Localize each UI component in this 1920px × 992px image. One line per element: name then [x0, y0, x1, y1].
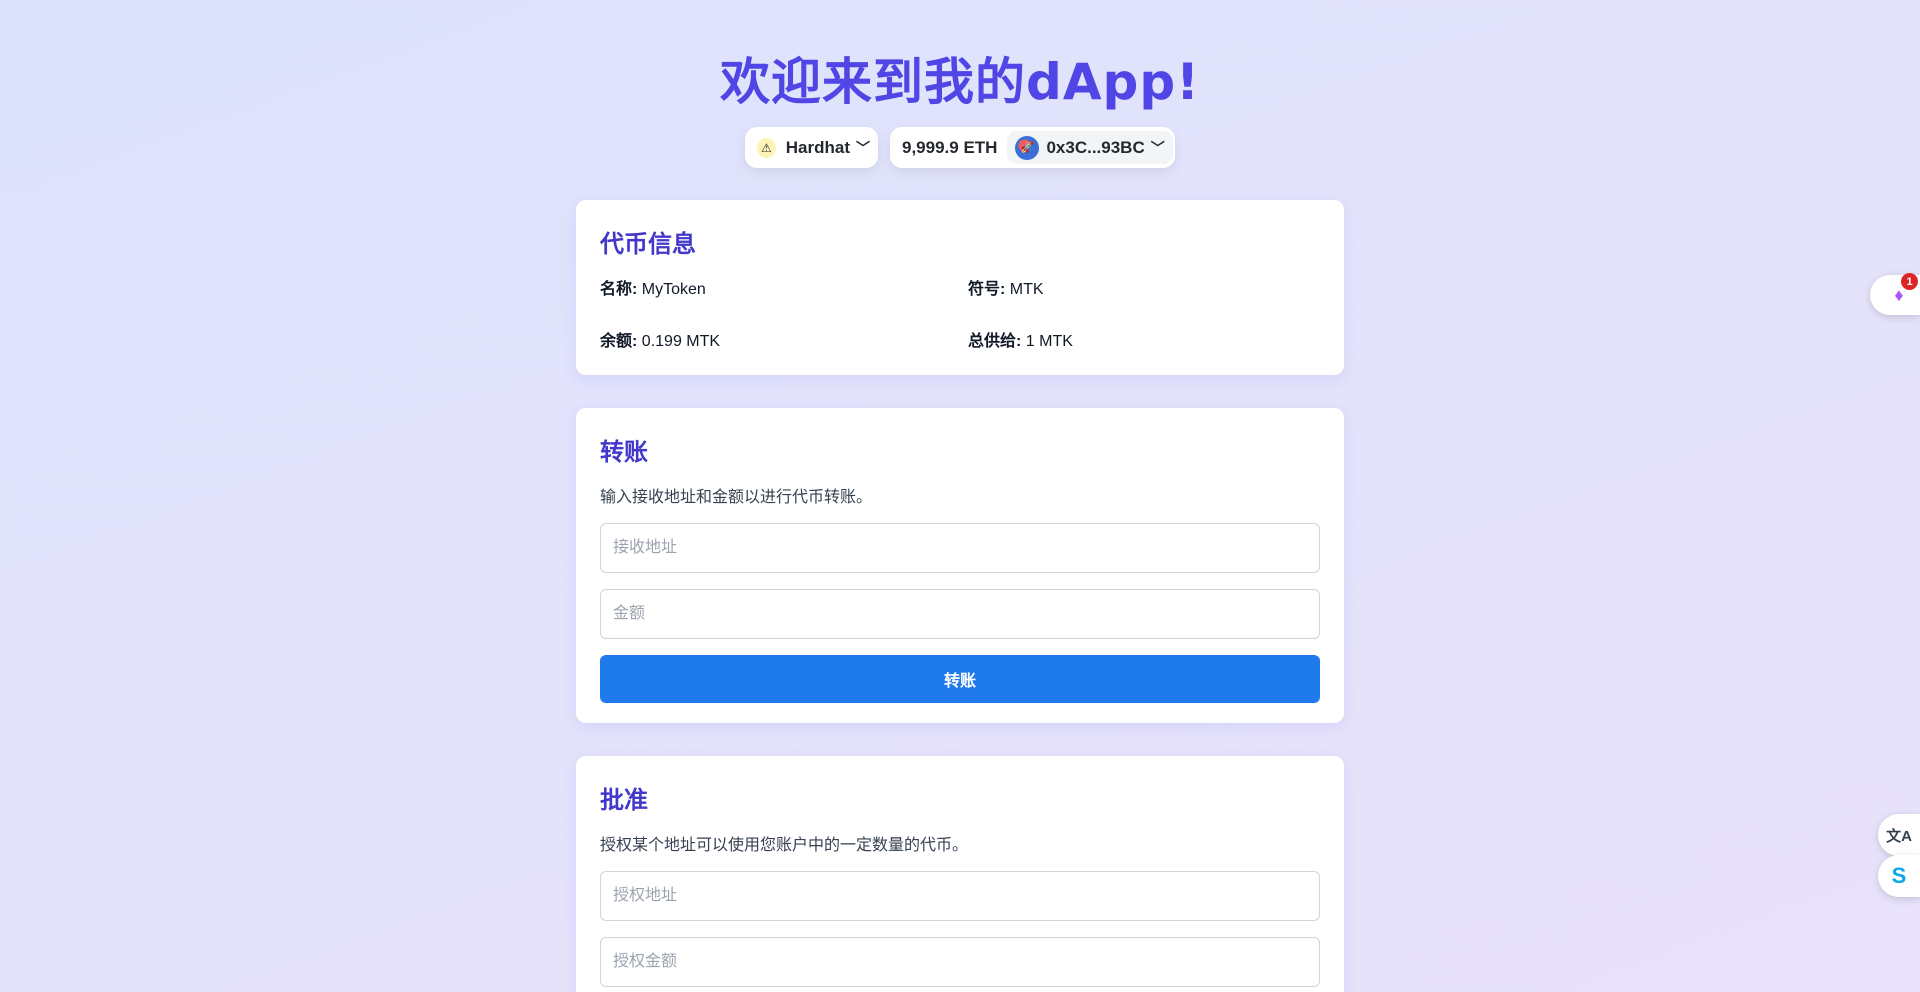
token-symbol-row: 符号: MTK: [968, 275, 1336, 299]
chain-selector-button[interactable]: ⚠ Hardhat ﹀: [745, 127, 878, 168]
token-supply-value: 1 MTK: [1025, 333, 1073, 350]
token-balance-label: 余额:: [600, 333, 638, 350]
token-balance-value: 0.199 MTK: [641, 333, 721, 350]
transfer-amount-input[interactable]: [600, 589, 1320, 639]
transfer-card: 转账 输入接收地址和金额以进行代币转账。 转账: [576, 408, 1344, 723]
wallet-address: 0x3C...93BC: [1046, 137, 1145, 157]
translate-icon: 文A: [1886, 827, 1912, 845]
spender-address-input[interactable]: [600, 871, 1320, 921]
rocket-avatar-icon: 🚀: [1015, 135, 1040, 160]
approve-title: 批准: [600, 786, 648, 814]
hardhat-chain-icon: ⚠: [757, 137, 776, 158]
chain-name: Hardhat: [785, 137, 850, 157]
transfer-button[interactable]: 转账: [600, 655, 1320, 703]
translate-button[interactable]: 文A: [1878, 814, 1920, 856]
approve-amount-input[interactable]: [600, 937, 1320, 987]
token-name-value: MyToken: [641, 281, 706, 298]
page-title: 欢迎来到我的dApp!: [720, 53, 1200, 111]
pin-icon: ♦: [1894, 284, 1904, 305]
account-button[interactable]: 9,999.9 ETH 🚀 0x3C...93BC ﹀: [890, 127, 1175, 168]
token-name-label: 名称:: [600, 281, 638, 298]
approve-card: 批准 授权某个地址可以使用您账户中的一定数量的代币。: [576, 756, 1344, 992]
token-name-row: 名称: MyToken: [600, 275, 968, 299]
notification-badge: 1: [1901, 273, 1918, 290]
address-box[interactable]: 🚀 0x3C...93BC ﹀: [1007, 131, 1173, 164]
chevron-down-icon: ﹀: [1150, 139, 1165, 156]
transfer-description: 输入接收地址和金额以进行代币转账。: [600, 489, 873, 506]
token-symbol-label: 符号:: [968, 281, 1006, 298]
token-info-title: 代币信息: [600, 230, 696, 258]
token-supply-row: 总供给: 1 MTK: [968, 327, 1336, 351]
token-supply-label: 总供给:: [968, 333, 1022, 350]
token-balance-row: 余额: 0.199 MTK: [600, 327, 968, 351]
token-info-card: 代币信息 名称: MyToken 符号: MTK 余额: 0.199 MTK 总…: [576, 200, 1344, 375]
token-symbol-value: MTK: [1009, 281, 1044, 298]
token-info-grid: 名称: MyToken 符号: MTK 余额: 0.199 MTK 总供给: 1…: [600, 275, 1320, 351]
wallet-bar: ⚠ Hardhat ﹀ 9,999.9 ETH 🚀 0x3C...93BC ﹀: [0, 127, 1920, 168]
chevron-down-icon: ﹀: [856, 139, 870, 156]
transfer-title: 转账: [600, 438, 648, 466]
assistant-icon: S: [1891, 863, 1907, 888]
approve-description: 授权某个地址可以使用您账户中的一定数量的代币。: [600, 837, 969, 854]
extension-widget[interactable]: ♦ 1: [1870, 273, 1920, 315]
assistant-button[interactable]: S: [1878, 855, 1920, 897]
recipient-address-input[interactable]: [600, 523, 1320, 573]
eth-balance: 9,999.9 ETH: [902, 137, 998, 157]
